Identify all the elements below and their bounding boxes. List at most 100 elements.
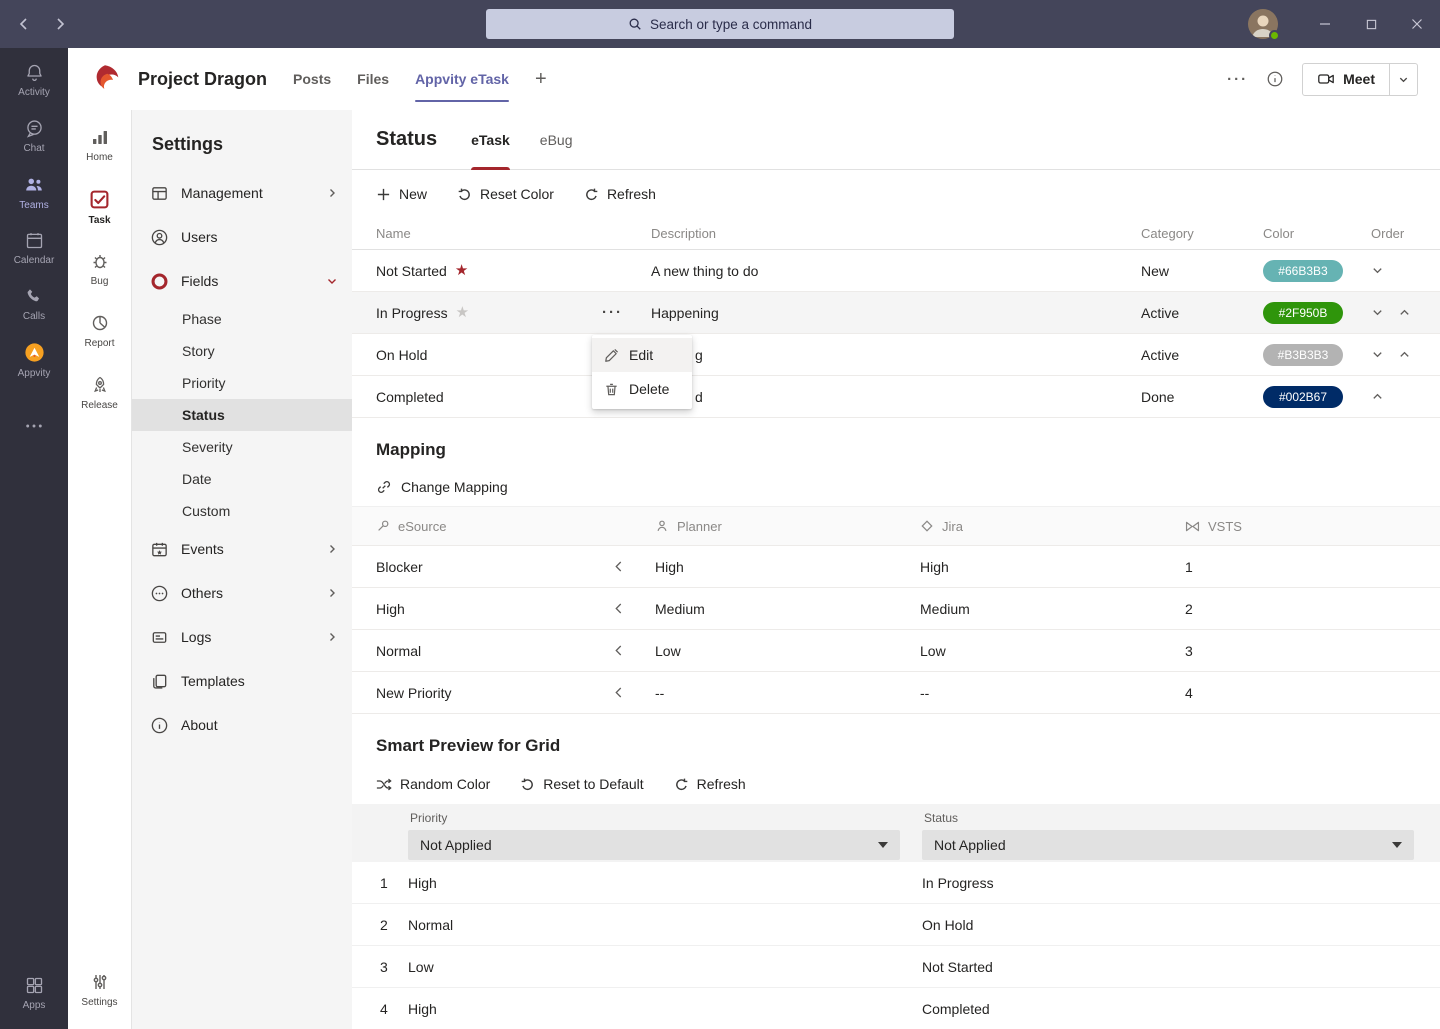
tab-posts[interactable]: Posts <box>293 48 331 110</box>
nav-item-others[interactable]: Others <box>132 571 352 615</box>
move-down-button[interactable] <box>1371 348 1384 361</box>
refresh-button[interactable]: Refresh <box>674 776 746 792</box>
module-item-task[interactable]: Task <box>68 176 132 238</box>
sidebar-item-activity[interactable]: Activity <box>0 52 68 108</box>
move-up-button[interactable] <box>1371 390 1384 403</box>
edit-menu-item[interactable]: Edit <box>592 338 692 372</box>
nav-item-fields[interactable]: Fields <box>132 259 352 303</box>
nav-subitem-story[interactable]: Story <box>132 335 352 367</box>
nav-subitem-status[interactable]: Status <box>132 399 352 431</box>
sliders-icon <box>90 972 110 992</box>
sidebar-item-calls[interactable]: Calls <box>0 276 68 332</box>
color-pill: #B3B3B3 <box>1263 344 1343 366</box>
titlebar: Search or type a command <box>0 0 1440 48</box>
module-item-bug[interactable]: Bug <box>68 238 132 300</box>
tab-files[interactable]: Files <box>357 48 389 110</box>
move-down-button[interactable] <box>1371 306 1384 319</box>
move-down-button[interactable] <box>1371 264 1384 277</box>
sidebar-item-apps[interactable]: Apps <box>0 965 68 1021</box>
module-label: Report <box>84 338 114 349</box>
management-icon <box>150 184 169 203</box>
nav-item-users[interactable]: Users <box>132 215 352 259</box>
color-pill: #2F950B <box>1263 302 1343 324</box>
row-context-menu: Edit Delete <box>592 335 692 409</box>
reset-to-default-button[interactable]: Reset to Default <box>520 776 643 792</box>
chevron-right-icon[interactable] <box>326 543 338 555</box>
rail-label: Calendar <box>14 255 55 266</box>
row-more-button[interactable]: ··· <box>602 305 623 320</box>
reset-icon <box>457 187 472 202</box>
move-up-button[interactable] <box>1398 306 1411 319</box>
refresh-button[interactable]: Refresh <box>584 186 656 202</box>
rail-label: Teams <box>19 200 48 211</box>
delete-menu-item[interactable]: Delete <box>592 372 692 406</box>
logs-icon <box>150 628 169 647</box>
info-icon[interactable] <box>1266 70 1284 88</box>
tab-etask[interactable]: eTask <box>471 110 510 170</box>
presence-available-icon <box>1269 30 1280 41</box>
smart-preview-title: Smart Preview for Grid <box>352 714 1440 764</box>
mapping-table-header: eSource Planner Jira VSTS <box>352 506 1440 546</box>
search-input[interactable]: Search or type a command <box>486 9 954 39</box>
forward-icon[interactable] <box>46 0 74 48</box>
nav-subitem-phase[interactable]: Phase <box>132 303 352 335</box>
star-icon[interactable]: ★ <box>456 305 469 320</box>
avatar[interactable] <box>1248 9 1278 39</box>
tab-appvity-etask[interactable]: Appvity eTask <box>415 48 509 110</box>
person-icon <box>655 519 669 533</box>
nav-item-about[interactable]: About <box>132 703 352 747</box>
chat-icon <box>24 118 45 139</box>
more-options-icon[interactable]: ··· <box>1227 71 1248 88</box>
random-color-button[interactable]: Random Color <box>376 776 490 792</box>
jira-diamond-icon <box>920 519 934 533</box>
meet-button-group: Meet <box>1302 63 1418 96</box>
module-item-release[interactable]: Release <box>68 362 132 424</box>
chevron-right-icon[interactable] <box>326 631 338 643</box>
meet-dropdown-button[interactable] <box>1390 63 1418 96</box>
sidebar-item-teams[interactable]: Teams <box>0 164 68 220</box>
nav-item-management[interactable]: Management <box>132 171 352 215</box>
nav-subitem-severity[interactable]: Severity <box>132 431 352 463</box>
pin-icon <box>376 519 390 533</box>
nav-subitem-priority[interactable]: Priority <box>132 367 352 399</box>
maximize-button[interactable] <box>1348 0 1394 48</box>
others-icon <box>150 584 169 603</box>
back-icon[interactable] <box>10 0 38 48</box>
status-table-row: On Hold g Active #B3B3B3 <box>352 334 1440 376</box>
meet-button[interactable]: Meet <box>1302 63 1390 96</box>
tab-ebug[interactable]: eBug <box>540 110 573 170</box>
nav-item-templates[interactable]: Templates <box>132 659 352 703</box>
status-table-row: In Progress ★ ··· Happening Active #2F95… <box>352 292 1440 334</box>
status-toolbar: New Reset Color Refresh <box>352 170 1440 218</box>
sidebar-item-chat[interactable]: Chat <box>0 108 68 164</box>
chevron-right-icon[interactable] <box>326 587 338 599</box>
nav-item-events[interactable]: Events <box>132 527 352 571</box>
new-button[interactable]: New <box>376 186 427 202</box>
sidebar-item-appvity[interactable]: Appvity <box>0 332 68 388</box>
add-tab-button[interactable]: + <box>535 68 547 91</box>
priority-filter-dropdown[interactable]: Not Applied <box>408 830 900 860</box>
more-apps-button[interactable] <box>0 406 68 446</box>
reset-color-button[interactable]: Reset Color <box>457 186 554 202</box>
move-up-button[interactable] <box>1398 348 1411 361</box>
more-icon <box>25 423 43 429</box>
camera-icon <box>1317 70 1335 88</box>
module-item-home[interactable]: Home <box>68 114 132 176</box>
status-filter-dropdown[interactable]: Not Applied <box>922 830 1414 860</box>
chevron-right-icon[interactable] <box>326 187 338 199</box>
dropdown-caret-icon <box>1392 842 1402 848</box>
sidebar-item-calendar[interactable]: Calendar <box>0 220 68 276</box>
templates-icon <box>150 672 169 691</box>
module-item-settings[interactable]: Settings <box>68 959 132 1021</box>
change-mapping-button[interactable]: Change Mapping <box>352 468 1440 506</box>
nav-subitem-date[interactable]: Date <box>132 463 352 495</box>
apps-icon <box>24 975 45 996</box>
release-icon <box>90 375 110 395</box>
nav-item-logs[interactable]: Logs <box>132 615 352 659</box>
close-button[interactable] <box>1394 0 1440 48</box>
minimize-button[interactable] <box>1302 0 1348 48</box>
chevron-down-icon[interactable] <box>326 275 338 287</box>
module-item-report[interactable]: Report <box>68 300 132 362</box>
nav-subitem-custom[interactable]: Custom <box>132 495 352 527</box>
default-star-icon[interactable]: ★ <box>455 263 468 278</box>
